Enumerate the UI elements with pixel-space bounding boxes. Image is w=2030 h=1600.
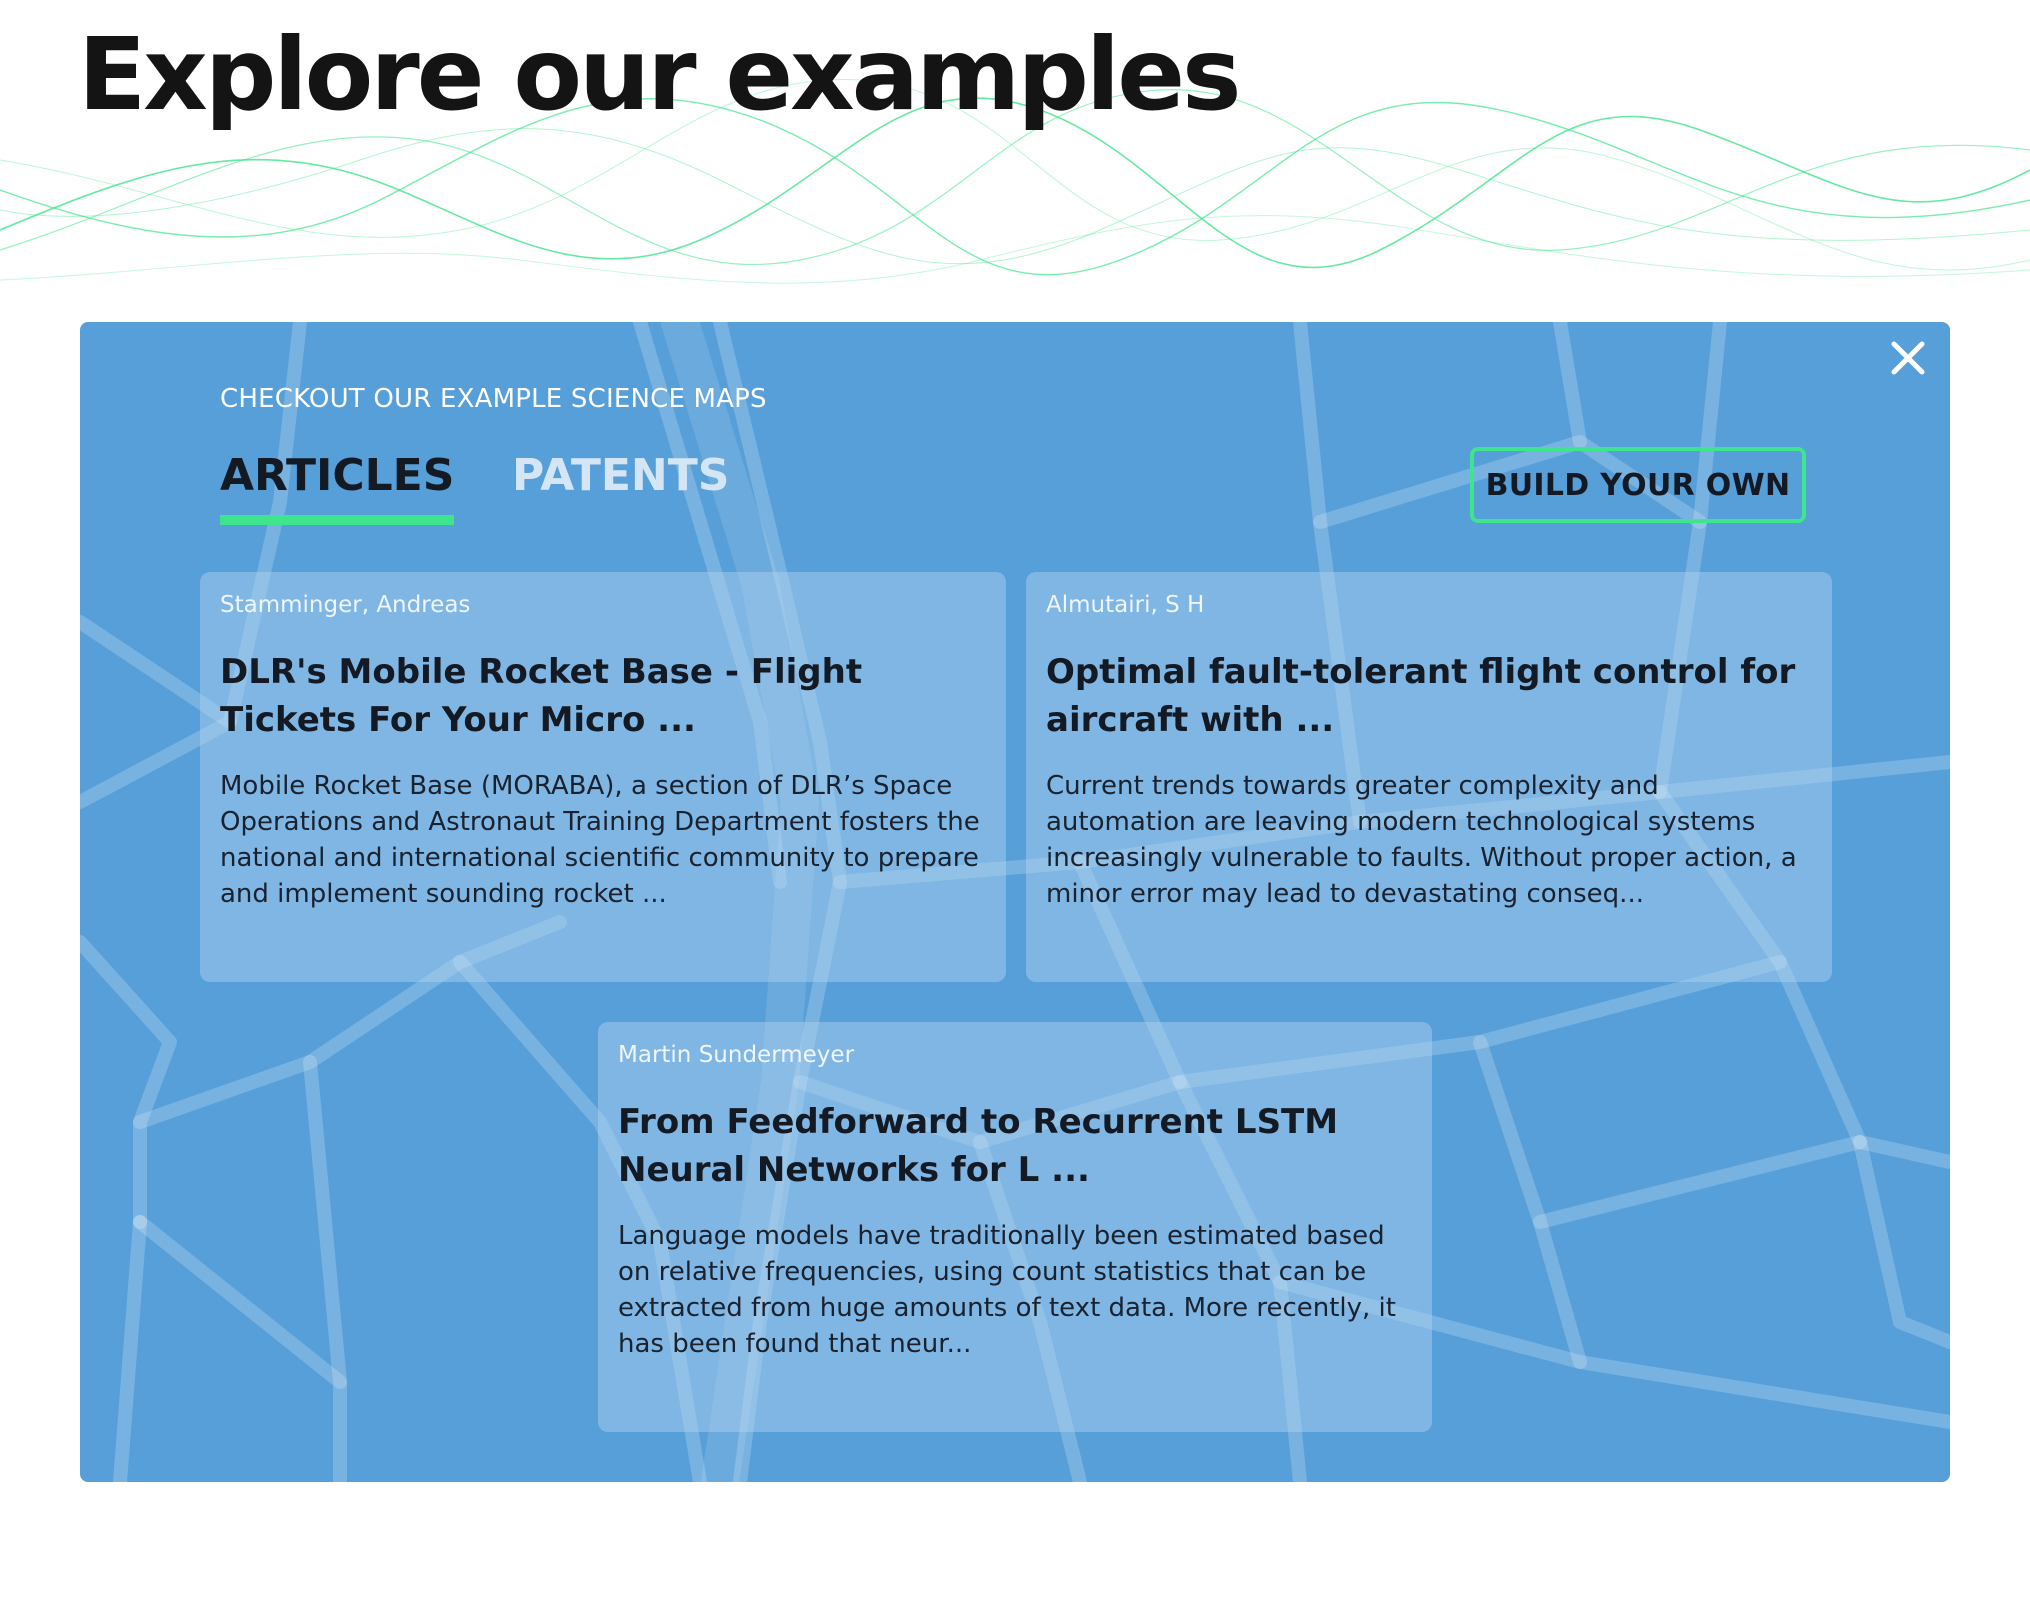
article-card[interactable]: Almutairi, S H Optimal fault-tolerant fl… [1026, 572, 1832, 982]
card-author: Stamminger, Andreas [220, 592, 471, 618]
card-title: Optimal fault-tolerant flight control fo… [1046, 652, 1796, 740]
card-author: Martin Sundermeyer [618, 1042, 855, 1068]
page-title: Explore our examples [78, 16, 1242, 133]
card-abstract: Current trends towards greater complexit… [1046, 771, 1797, 909]
close-icon [1891, 341, 1925, 375]
card-title: From Feedforward to Recurrent LSTM Neura… [618, 1102, 1339, 1190]
tab-patents[interactable]: PATENTS [512, 450, 729, 501]
build-your-own-button[interactable]: BUILD YOUR OWN [1470, 447, 1806, 523]
close-button[interactable] [1886, 336, 1930, 380]
card-abstract: Mobile Rocket Base (MORABA), a section o… [220, 771, 980, 909]
examples-panel: CHECKOUT OUR EXAMPLE SCIENCE MAPS ARTICL… [80, 322, 1950, 1482]
page: Explore our examples CHECKOUT OUR EXAMPL… [0, 0, 2030, 1600]
card-title: DLR's Mobile Rocket Base - Flight Ticket… [220, 652, 863, 740]
article-card[interactable]: Martin Sundermeyer From Feedforward to R… [598, 1022, 1432, 1432]
tab-articles[interactable]: ARTICLES [220, 450, 455, 525]
panel-eyebrow: CHECKOUT OUR EXAMPLE SCIENCE MAPS [220, 384, 767, 414]
card-abstract: Language models have traditionally been … [618, 1221, 1396, 1359]
card-author: Almutairi, S H [1046, 592, 1205, 618]
article-card[interactable]: Stamminger, Andreas DLR's Mobile Rocket … [200, 572, 1006, 982]
